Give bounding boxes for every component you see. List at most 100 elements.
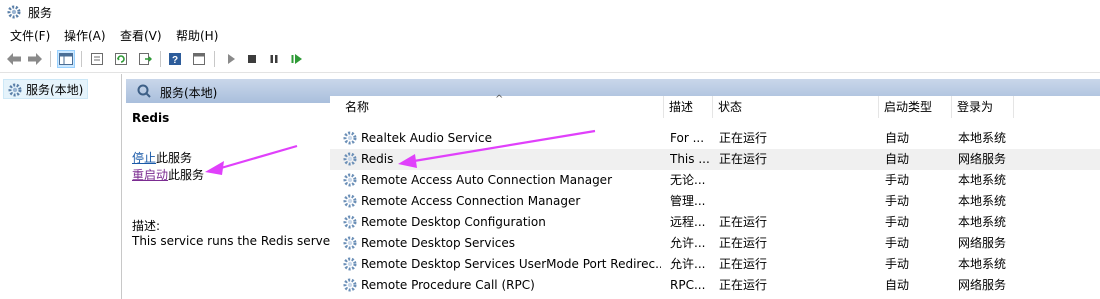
svg-text:?: ? [172, 55, 178, 66]
service-logon-cell: 本地系统 [958, 173, 1007, 187]
service-gear-icon [342, 277, 358, 296]
service-logon-cell: 本地系统 [958, 131, 1007, 145]
panel-header-title: 服务(本地) [160, 86, 218, 100]
service-row[interactable]: Remote Procedure Call (RPC) RPC... 正在运行 自动 网… [330, 275, 1100, 296]
refresh-icon[interactable] [112, 50, 130, 68]
tree-item-label: 服务(本地) [26, 82, 84, 97]
service-row[interactable]: Remote Desktop Services 允许... 正在运行 手动 网络服务 [330, 233, 1100, 254]
console-icon[interactable] [190, 50, 208, 68]
restart-icon[interactable] [288, 50, 306, 68]
column-header-logon-as[interactable]: 登录为 [952, 96, 1014, 118]
help-icon[interactable]: ? [166, 50, 184, 68]
service-startup-type-cell: 手动 [885, 236, 910, 250]
pause-icon[interactable] [265, 50, 283, 68]
service-gear-icon [342, 172, 358, 191]
service-gear-icon [342, 151, 358, 170]
menu-file[interactable]: 文件(F) [10, 27, 50, 44]
service-startup-type-cell: 自动 [885, 152, 910, 166]
service-logon-cell: 本地系统 [958, 257, 1007, 271]
menu-action[interactable]: 操作(A) [64, 27, 106, 44]
service-name-cell: Remote Procedure Call (RPC) [361, 278, 535, 292]
description-label: 描述: [132, 219, 161, 233]
service-startup-type-cell: 自动 [885, 278, 910, 292]
menu-help[interactable]: 帮助(H) [176, 27, 218, 44]
service-startup-type-cell: 自动 [885, 131, 910, 145]
window-title: 服务 [28, 6, 53, 20]
service-logon-cell: 本地系统 [958, 215, 1007, 229]
service-status-cell: 正在运行 [719, 236, 768, 250]
service-status-cell [719, 191, 879, 212]
service-row[interactable]: Remote Desktop Services UserMode Port Re… [330, 254, 1100, 275]
extended-description-pane: Redis 停止此服务 重启动此服务 描述: This service runs… [126, 103, 335, 299]
menu-bar: 文件(F) 操作(A) 查看(V) 帮助(H) [0, 24, 1100, 45]
start-icon[interactable] [222, 50, 240, 68]
service-description-cell: This ... [670, 152, 710, 166]
show-hide-tree-icon[interactable] [57, 50, 75, 68]
restart-action: 重启动此服务 [132, 166, 204, 183]
service-startup-type-cell: 手动 [885, 173, 910, 187]
service-status-cell [719, 170, 879, 191]
service-description-cell: 无论... [670, 173, 706, 187]
description-text: This service runs the Redis server [132, 234, 336, 248]
selected-service-name: Redis [132, 111, 170, 125]
toolbar: ? [0, 45, 1100, 73]
export-list-icon[interactable] [136, 50, 154, 68]
toolbar-separator [50, 51, 51, 67]
stop-icon[interactable] [243, 50, 261, 68]
service-description-cell: 允许... [670, 236, 706, 250]
forward-icon[interactable] [26, 50, 44, 68]
stop-service-link[interactable]: 停止 [132, 151, 156, 165]
title-bar: 服务 [0, 0, 1100, 24]
services-gear-icon [6, 4, 22, 20]
service-gear-icon [342, 193, 358, 212]
service-startup-type-cell: 手动 [885, 215, 910, 229]
service-row[interactable]: Remote Access Auto Connection Manager 无论.… [330, 170, 1100, 191]
stop-action-suffix: 此服务 [156, 151, 193, 165]
service-row[interactable]: Remote Access Connection Manager 管理... 手动 本… [330, 191, 1100, 212]
service-description-cell: 管理... [670, 194, 706, 208]
console-tree: 服务(本地) [0, 74, 122, 299]
service-gear-icon [342, 130, 358, 149]
tree-item-services-local[interactable]: 服务(本地) [3, 79, 89, 101]
service-name-cell: Realtek Audio Service [361, 131, 492, 145]
toolbar-separator [81, 51, 82, 67]
toolbar-separator [214, 51, 215, 67]
service-name-cell: Remote Desktop Services [361, 236, 516, 250]
service-description-cell: RPC... [670, 278, 706, 292]
service-row[interactable]: Remote Desktop Configuration 远程... 正在运行 手动 本… [330, 212, 1100, 233]
service-row[interactable]: Redis This ... 正在运行 自动 网络服务 [330, 149, 1100, 170]
service-gear-icon [342, 214, 358, 233]
service-name-cell: Remote Desktop Configuration [361, 215, 546, 229]
menu-view[interactable]: 查看(V) [120, 27, 162, 44]
service-logon-cell: 网络服务 [958, 236, 1007, 250]
service-status-cell: 正在运行 [719, 131, 768, 145]
service-name-cell: Remote Access Connection Manager [361, 194, 581, 208]
column-headers: ^ 名称 描述 状态 启动类型 登录为 [330, 94, 1100, 118]
service-row[interactable]: Realtek Audio Service For ... 正在运行 自动 本地系统 [330, 128, 1100, 149]
service-name-cell: Remote Desktop Services UserMode Port Re… [361, 257, 661, 271]
service-gear-icon [342, 256, 358, 275]
column-header-description[interactable]: 描述 [664, 96, 713, 118]
service-startup-type-cell: 手动 [885, 257, 910, 271]
column-header-name[interactable]: 名称 [340, 96, 664, 118]
services-gear-icon [7, 82, 23, 101]
service-logon-cell: 网络服务 [958, 278, 1007, 292]
service-status-cell: 正在运行 [719, 152, 768, 166]
service-logon-cell: 网络服务 [958, 152, 1007, 166]
search-gear-icon [136, 83, 152, 102]
column-header-status[interactable]: 状态 [713, 96, 879, 118]
service-description-cell: For ... [670, 131, 705, 145]
service-description-cell: 远程... [670, 215, 706, 229]
restart-service-link[interactable]: 重启动 [132, 168, 168, 182]
stop-action: 停止此服务 [132, 149, 192, 166]
service-startup-type-cell: 手动 [885, 194, 910, 208]
back-icon[interactable] [5, 50, 23, 68]
services-list: ^ 名称 描述 状态 启动类型 登录为 Realtek Audio Servic… [330, 94, 1100, 299]
restart-action-suffix: 此服务 [168, 168, 205, 182]
service-status-cell: 正在运行 [719, 215, 768, 229]
toolbar-separator [160, 51, 161, 67]
service-description-cell: 允许... [670, 257, 706, 271]
column-header-startup-type[interactable]: 启动类型 [879, 96, 952, 118]
service-status-cell: 正在运行 [719, 278, 768, 292]
properties-icon[interactable] [88, 50, 106, 68]
